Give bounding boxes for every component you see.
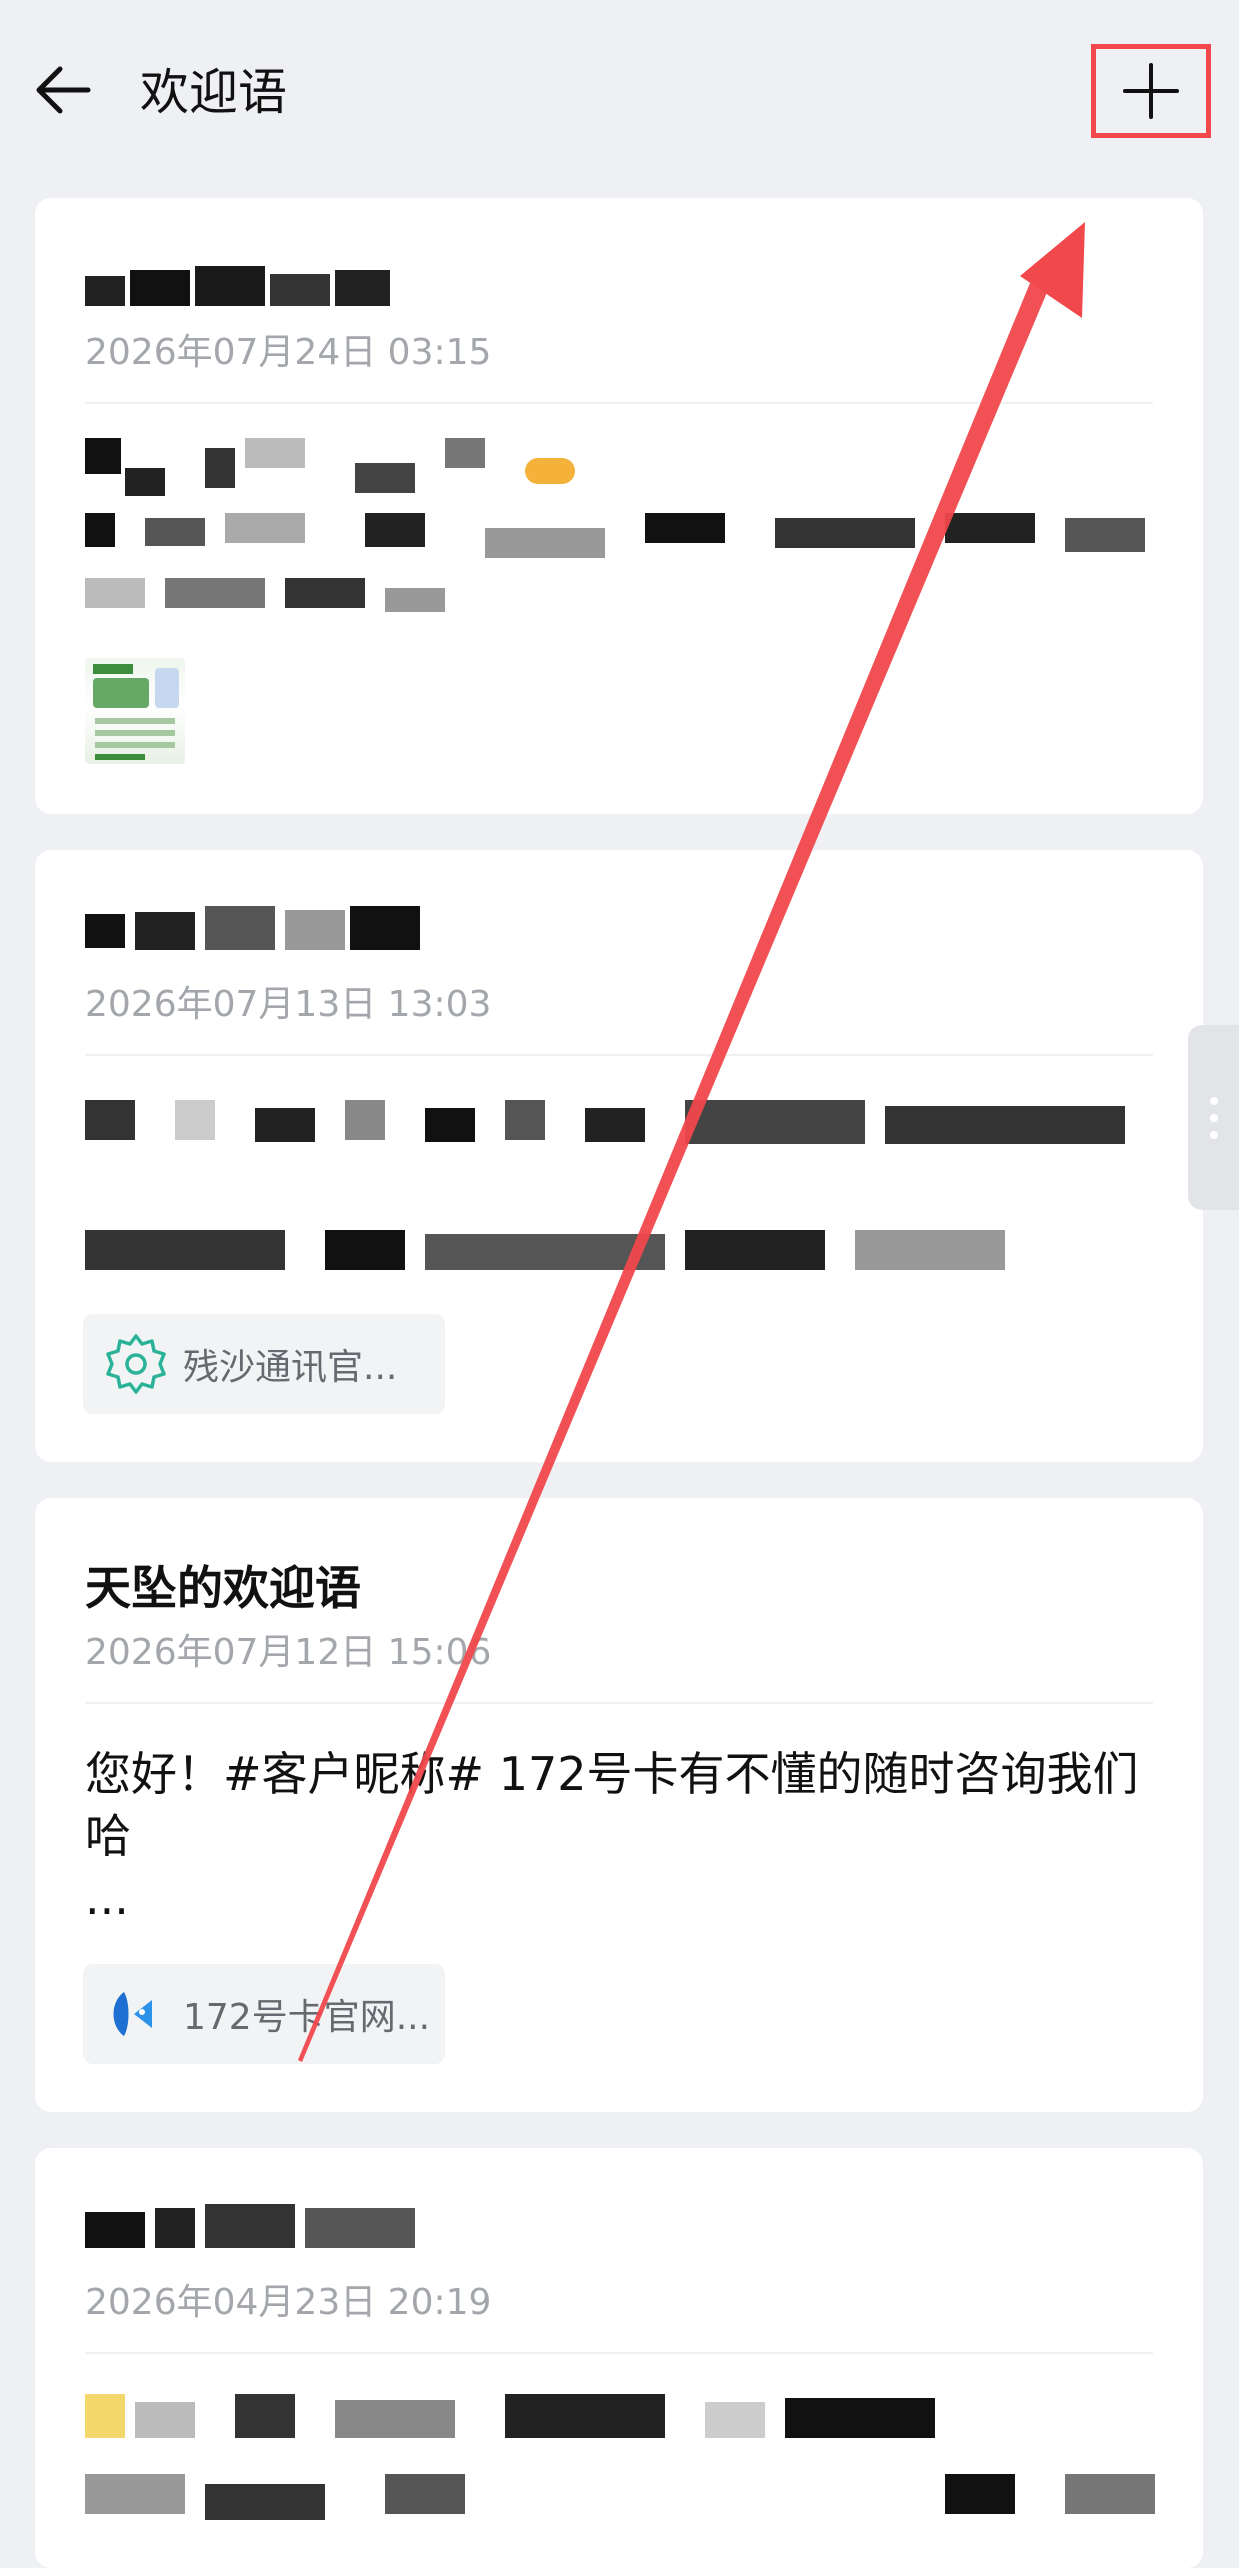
arrow-left-icon <box>36 66 91 114</box>
attachment-chip[interactable]: 残沙通讯官... <box>83 1314 445 1414</box>
top-bar: 欢迎语 <box>0 0 1239 185</box>
back-button[interactable] <box>30 55 100 125</box>
dot <box>1209 1113 1218 1122</box>
attachment-label: 172号卡官网... <box>183 1997 431 2038</box>
card-timestamp: 2026年07月12日 15:06 <box>85 1632 492 1673</box>
divider <box>85 402 1153 404</box>
page-title: 欢迎语 <box>140 64 288 121</box>
dot <box>1209 1130 1218 1139</box>
redacted-message <box>85 438 1165 628</box>
card-title: 天坠的欢迎语 <box>85 1561 361 1615</box>
image-thumbnail[interactable] <box>85 658 185 764</box>
divider <box>85 1054 1153 1056</box>
divider <box>85 2352 1153 2354</box>
add-welcome-message-button[interactable] <box>1091 44 1211 138</box>
dot <box>1209 1096 1218 1105</box>
card-timestamp: 2026年07月24日 03:15 <box>85 332 492 373</box>
card-timestamp: 2026年04月23日 20:19 <box>85 2282 492 2323</box>
floating-side-handle[interactable] <box>1188 1025 1239 1210</box>
card-timestamp: 2026年07月13日 13:03 <box>85 984 492 1025</box>
welcome-message-card[interactable]: 天坠的欢迎语 2026年07月12日 15:06 您好！#客户昵称# 172号卡… <box>35 1498 1203 2112</box>
redacted-title <box>85 906 425 954</box>
redacted-message <box>85 2394 1165 2524</box>
attachment-chip[interactable]: 172号卡官网... <box>83 1964 445 2064</box>
card-message: 您好！#客户昵称# 172号卡有不懂的随时咨询我们哈 ... <box>85 1747 1139 1925</box>
redacted-title <box>85 266 395 310</box>
welcome-message-card[interactable]: 2026年07月13日 13:03 残沙通讯官... <box>35 850 1203 1462</box>
gear-icon <box>106 1334 166 1394</box>
plus-icon <box>1123 63 1179 119</box>
attachment-label: 残沙通讯官... <box>183 1347 398 1388</box>
redacted-title <box>85 2204 425 2252</box>
redacted-message <box>85 1100 1135 1280</box>
divider <box>85 1702 1153 1704</box>
fish-logo-icon <box>113 1992 152 2036</box>
welcome-message-card[interactable]: 2026年04月23日 20:19 <box>35 2148 1203 2568</box>
welcome-message-card[interactable]: 2026年07月24日 03:15 <box>35 198 1203 814</box>
